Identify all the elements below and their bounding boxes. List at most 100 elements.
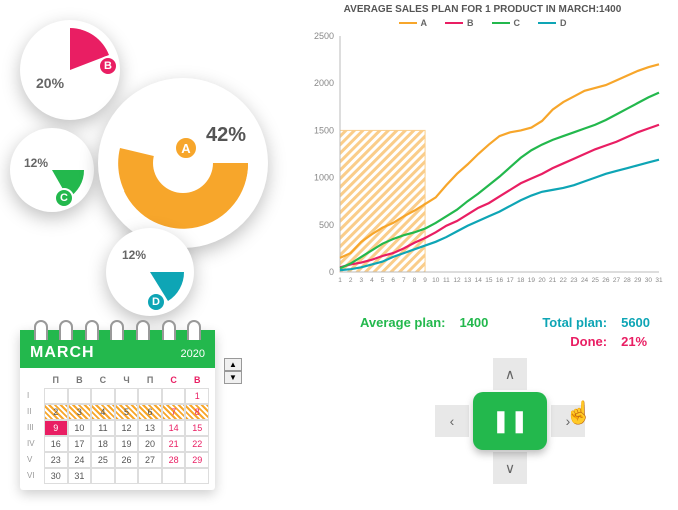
svg-text:16: 16 bbox=[496, 277, 504, 284]
calendar-day[interactable]: 30 bbox=[44, 468, 68, 484]
calendar-rings bbox=[28, 320, 207, 340]
calendar-day[interactable]: 10 bbox=[68, 420, 92, 436]
legend-a: A bbox=[399, 18, 428, 28]
pie-c-pct: 12% bbox=[24, 156, 48, 170]
svg-text:20: 20 bbox=[538, 277, 546, 284]
done-value: 21% bbox=[621, 334, 670, 349]
svg-text:18: 18 bbox=[517, 277, 525, 284]
calendar-day[interactable]: 5 bbox=[115, 404, 139, 420]
svg-text:14: 14 bbox=[475, 277, 483, 284]
calendar: MARCH 2020 ПВСЧПСВI1II2345678III91011121… bbox=[20, 330, 215, 490]
calendar-day[interactable]: 19 bbox=[115, 436, 139, 452]
chart-legend: A B C D bbox=[300, 18, 665, 28]
calendar-day[interactable]: 28 bbox=[162, 452, 186, 468]
pie-c-badge: C bbox=[54, 188, 74, 208]
calendar-day[interactable] bbox=[162, 388, 186, 404]
svg-text:24: 24 bbox=[581, 277, 589, 284]
calendar-day[interactable]: 8 bbox=[185, 404, 209, 420]
calendar-day[interactable]: 12 bbox=[115, 420, 139, 436]
pie-a-arc bbox=[98, 78, 268, 248]
calendar-day[interactable]: 14 bbox=[162, 420, 186, 436]
calendar-day[interactable] bbox=[138, 388, 162, 404]
calendar-day[interactable]: 9 bbox=[44, 420, 68, 436]
spinner-up-button[interactable]: ▲ bbox=[224, 358, 242, 371]
pie-a-badge: A bbox=[174, 136, 198, 160]
calendar-day[interactable]: 17 bbox=[68, 436, 92, 452]
svg-text:1500: 1500 bbox=[314, 125, 334, 135]
pie-a: 42% A bbox=[98, 78, 268, 248]
calendar-day[interactable]: 6 bbox=[138, 404, 162, 420]
svg-text:25: 25 bbox=[592, 277, 600, 284]
calendar-day[interactable]: 7 bbox=[162, 404, 186, 420]
svg-text:1000: 1000 bbox=[314, 173, 334, 183]
pad-up-button[interactable]: ∧ bbox=[493, 358, 527, 390]
pie-c: 12% C bbox=[10, 128, 94, 212]
calendar-day[interactable] bbox=[115, 388, 139, 404]
svg-text:1: 1 bbox=[338, 277, 342, 284]
calendar-day[interactable]: 18 bbox=[91, 436, 115, 452]
calendar-grid[interactable]: ПВСЧПСВI1II2345678III9101112131415IV1617… bbox=[20, 368, 215, 484]
svg-text:22: 22 bbox=[560, 277, 568, 284]
calendar-day[interactable]: 15 bbox=[185, 420, 209, 436]
done-label: Done: bbox=[522, 334, 607, 349]
svg-text:15: 15 bbox=[485, 277, 493, 284]
calendar-day[interactable] bbox=[91, 388, 115, 404]
pad-pause-button[interactable]: ❚❚ bbox=[473, 392, 547, 450]
calendar-day[interactable]: 27 bbox=[138, 452, 162, 468]
svg-text:11: 11 bbox=[443, 277, 450, 284]
calendar-day[interactable]: 4 bbox=[91, 404, 115, 420]
pie-a-pct: 42% bbox=[206, 124, 246, 147]
svg-text:27: 27 bbox=[613, 277, 621, 284]
avg-plan-value: 1400 bbox=[459, 315, 508, 330]
svg-text:21: 21 bbox=[549, 277, 557, 284]
calendar-day[interactable] bbox=[68, 388, 92, 404]
calendar-day[interactable]: 24 bbox=[68, 452, 92, 468]
svg-text:3: 3 bbox=[359, 277, 363, 284]
calendar-day[interactable]: 13 bbox=[138, 420, 162, 436]
svg-text:2: 2 bbox=[349, 277, 353, 284]
pie-d: 12% D bbox=[106, 228, 194, 316]
legend-b: B bbox=[445, 18, 474, 28]
calendar-day[interactable]: 21 bbox=[162, 436, 186, 452]
calendar-day[interactable] bbox=[185, 468, 209, 484]
svg-text:23: 23 bbox=[570, 277, 578, 284]
calendar-day[interactable] bbox=[91, 468, 115, 484]
calendar-day[interactable]: 20 bbox=[138, 436, 162, 452]
calendar-day[interactable]: 16 bbox=[44, 436, 68, 452]
calendar-day[interactable]: 29 bbox=[185, 452, 209, 468]
svg-text:19: 19 bbox=[528, 277, 536, 284]
calendar-day[interactable]: 26 bbox=[115, 452, 139, 468]
pad-left-button[interactable]: ‹ bbox=[435, 405, 469, 437]
svg-text:2000: 2000 bbox=[314, 78, 334, 88]
calendar-day[interactable]: 25 bbox=[91, 452, 115, 468]
svg-text:6: 6 bbox=[391, 277, 395, 284]
calendar-day[interactable]: 11 bbox=[91, 420, 115, 436]
svg-text:5: 5 bbox=[381, 277, 385, 284]
control-pad: ∧ ∨ ‹ › ❚❚ bbox=[435, 358, 585, 488]
stats-row: Average plan: 1400 Total plan: 5600 Done… bbox=[340, 315, 670, 349]
svg-text:30: 30 bbox=[645, 277, 653, 284]
calendar-day[interactable]: 1 bbox=[185, 388, 209, 404]
calendar-day[interactable] bbox=[162, 468, 186, 484]
legend-d: D bbox=[538, 18, 567, 28]
calendar-day[interactable] bbox=[138, 468, 162, 484]
line-chart-svg: 0500100015002000250012345678910111213141… bbox=[300, 30, 665, 292]
calendar-day[interactable]: 3 bbox=[68, 404, 92, 420]
calendar-spinner[interactable]: ▲ ▼ bbox=[224, 358, 242, 384]
svg-text:12: 12 bbox=[453, 277, 461, 284]
spinner-down-button[interactable]: ▼ bbox=[224, 371, 242, 384]
calendar-day[interactable]: 2 bbox=[44, 404, 68, 420]
calendar-day[interactable]: 22 bbox=[185, 436, 209, 452]
pie-b-badge: B bbox=[98, 56, 118, 76]
calendar-day[interactable] bbox=[115, 468, 139, 484]
pie-charts-panel: 20% B 12% C 42% A 12% D bbox=[10, 10, 290, 310]
calendar-day[interactable]: 23 bbox=[44, 452, 68, 468]
calendar-year: 2020 bbox=[181, 348, 205, 360]
calendar-day[interactable] bbox=[44, 388, 68, 404]
pad-down-button[interactable]: ∨ bbox=[493, 452, 527, 484]
svg-text:26: 26 bbox=[602, 277, 610, 284]
calendar-day[interactable]: 31 bbox=[68, 468, 92, 484]
svg-text:28: 28 bbox=[623, 277, 631, 284]
calendar-month: MARCH bbox=[30, 344, 95, 362]
svg-text:7: 7 bbox=[402, 277, 406, 284]
